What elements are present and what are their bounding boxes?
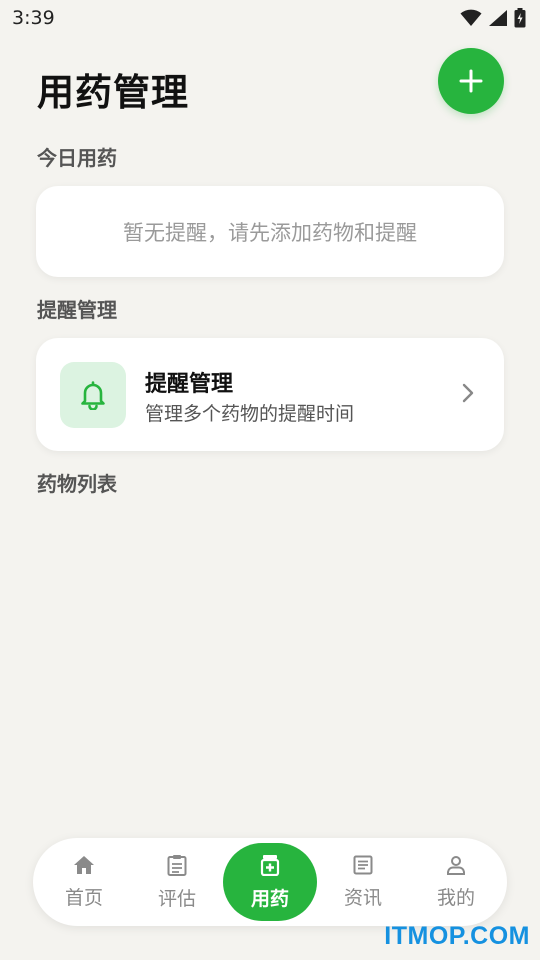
add-medicine-button[interactable] (438, 48, 504, 114)
nav-label-medication: 用药 (250, 887, 289, 910)
nav-item-home[interactable]: 首页 (38, 838, 130, 926)
chevron-right-icon (462, 383, 474, 403)
nav-label-assessment: 评估 (157, 887, 196, 910)
nav-item-assessment[interactable]: 评估 (131, 838, 223, 926)
signal-icon (489, 10, 507, 26)
reminder-card-title: 提醒管理 (145, 372, 234, 397)
nav-label-news: 资讯 (343, 886, 382, 909)
reminder-card-subtitle: 管理多个药物的提醒时间 (145, 403, 355, 425)
wifi-icon (460, 9, 482, 26)
nav-label-home: 首页 (64, 886, 103, 909)
bell-icon (81, 381, 105, 410)
article-icon (353, 855, 373, 874)
section-label-today: 今日用药 (37, 146, 117, 170)
nav-label-profile: 我的 (436, 886, 475, 909)
nav-item-profile[interactable]: 我的 (410, 838, 502, 926)
watermark: ITMOP.COM (384, 922, 530, 950)
nav-item-news[interactable]: 资讯 (317, 838, 409, 926)
bell-icon-container (60, 362, 126, 428)
reminder-management-card[interactable]: 提醒管理 管理多个药物的提醒时间 (36, 338, 504, 451)
status-bar: 3:39 (0, 0, 540, 36)
status-icons (460, 8, 526, 28)
battery-icon (514, 8, 526, 28)
nav-item-medication[interactable]: 用药 (223, 843, 317, 921)
today-empty-card: 暂无提醒，请先添加药物和提醒 (36, 186, 504, 277)
home-icon (74, 855, 94, 874)
status-time: 3:39 (12, 7, 55, 29)
medicine-icon (260, 854, 280, 876)
bottom-nav: 首页 评估 用药 资讯 我的 (33, 838, 507, 926)
section-label-reminders: 提醒管理 (37, 298, 117, 322)
person-icon (447, 855, 465, 875)
page-title: 用药管理 (37, 71, 189, 114)
clipboard-icon (167, 854, 187, 876)
empty-state-text: 暂无提醒，请先添加药物和提醒 (123, 220, 417, 245)
section-label-medicines: 药物列表 (37, 472, 117, 496)
plus-icon (459, 69, 483, 93)
